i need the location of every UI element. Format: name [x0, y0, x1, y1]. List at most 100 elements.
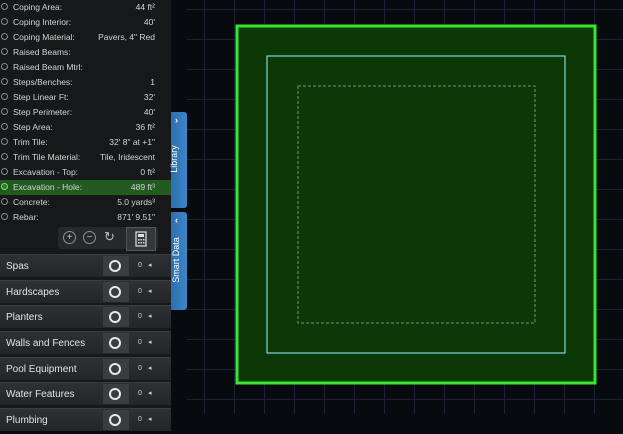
circle-icon — [109, 337, 121, 350]
property-label: Step Linear Ft: — [13, 92, 69, 102]
property-row[interactable]: Coping Interior: 40' — [0, 15, 171, 30]
visibility-toggle[interactable] — [103, 256, 129, 276]
property-value: Pavers, 4" Red — [98, 32, 155, 42]
property-row[interactable]: Excavation - Top: 0 ft² — [0, 165, 171, 180]
zoom-out-icon[interactable]: − — [83, 231, 96, 244]
property-row[interactable]: Raised Beams: — [0, 45, 171, 60]
caret-left-icon[interactable]: ◂ — [148, 287, 152, 295]
category-count: 0 — [138, 364, 142, 372]
category-row[interactable]: Pool Equipment 0 ◂ — [0, 356, 171, 380]
circle-icon — [109, 285, 121, 298]
circle-icon — [109, 388, 121, 401]
visibility-toggle[interactable] — [103, 333, 129, 354]
visibility-toggle[interactable] — [103, 410, 129, 431]
category-count: 0 — [138, 416, 142, 424]
library-tab-label: Library — [168, 145, 179, 173]
eye-icon[interactable] — [1, 3, 8, 10]
eye-icon[interactable] — [1, 198, 8, 205]
category-row[interactable]: Water Features 0 ◂ — [0, 382, 171, 406]
library-tab[interactable]: › Library — [168, 112, 187, 208]
circle-icon — [109, 414, 121, 427]
eye-icon[interactable] — [1, 138, 8, 145]
eye-icon[interactable] — [1, 33, 8, 40]
property-row[interactable]: Trim Tile Material: Tile, Iridescent — [0, 150, 171, 165]
category-row[interactable]: Plumbing 0 ◂ — [0, 408, 171, 432]
circle-icon — [109, 260, 121, 272]
property-row[interactable]: Steps/Benches: 1 — [0, 75, 171, 90]
visibility-toggle[interactable] — [103, 358, 129, 379]
property-value: 40' — [143, 107, 155, 117]
property-value: 36 ft² — [135, 122, 155, 132]
design-canvas[interactable] — [187, 0, 623, 414]
category-count: 0 — [138, 262, 142, 269]
property-label: Raised Beam Mtrl: — [13, 62, 83, 72]
property-label: Rebar: — [13, 212, 39, 222]
category-label: Planters — [6, 312, 43, 324]
chevron-left-icon: ‹ — [175, 215, 178, 225]
eye-icon[interactable] — [1, 153, 8, 160]
property-label: Coping Area: — [13, 2, 63, 12]
property-value: 32' — [143, 92, 155, 102]
eye-icon[interactable] — [1, 213, 8, 220]
pool-drawing — [235, 24, 597, 385]
property-row[interactable]: Step Perimeter: 40' — [0, 105, 171, 120]
property-row[interactable]: Coping Area: 44 ft² — [0, 0, 171, 15]
property-value: 44 ft² — [135, 2, 155, 12]
category-row[interactable]: Planters 0 ◂ — [0, 305, 171, 329]
caret-left-icon[interactable]: ◂ — [148, 415, 152, 423]
category-label: Hardscapes — [6, 286, 60, 298]
property-value: 871' 9.51" — [117, 212, 155, 222]
property-row[interactable]: Excavation - Hole: 489 ft³ — [0, 180, 171, 195]
category-row[interactable]: Walls and Fences 0 ◂ — [0, 331, 171, 355]
smart-data-tab-label: Smart Data — [170, 237, 181, 283]
category-count: 0 — [138, 339, 142, 347]
property-row[interactable]: Raised Beam Mtrl: — [0, 60, 171, 75]
left-panel: Coping Area: 44 ft² Coping Interior: 40' Cop… — [0, 0, 171, 432]
property-row[interactable]: Coping Material: Pavers, 4" Red — [0, 30, 171, 45]
eye-icon[interactable] — [1, 108, 8, 115]
category-count: 0 — [138, 287, 142, 295]
pool-outer-outline[interactable] — [235, 24, 597, 385]
eye-icon[interactable] — [1, 93, 8, 100]
eye-icon[interactable] — [1, 48, 8, 55]
caret-left-icon[interactable]: ◂ — [148, 261, 152, 269]
category-list: Spas 0 ◂ Hardscapes 0 ◂ Planters 0 ◂ Walls and Fe… — [0, 254, 171, 434]
property-label: Coping Interior: — [13, 17, 72, 27]
calculator-button[interactable] — [126, 227, 156, 251]
caret-left-icon[interactable]: ◂ — [148, 312, 152, 320]
eye-icon[interactable] — [1, 123, 8, 130]
property-label: Concrete: — [13, 197, 50, 207]
visibility-toggle[interactable] — [103, 384, 129, 405]
property-row[interactable]: Trim Tile: 32' 8" at +1" — [0, 135, 171, 150]
category-label: Walls and Fences — [6, 338, 86, 350]
property-label: Step Area: — [13, 122, 53, 132]
property-label: Trim Tile: — [13, 137, 48, 147]
eye-icon[interactable] — [1, 78, 8, 85]
property-row[interactable]: Step Linear Ft: 32' — [0, 90, 171, 105]
property-row[interactable]: Rebar: 871' 9.51" — [0, 210, 171, 225]
caret-left-icon[interactable]: ◂ — [148, 338, 152, 346]
eye-icon[interactable] — [1, 183, 8, 190]
caret-left-icon[interactable]: ◂ — [148, 364, 152, 372]
zoom-in-icon[interactable]: + — [63, 231, 76, 244]
circle-icon — [109, 311, 121, 324]
property-row[interactable]: Step Area: 36 ft² — [0, 120, 171, 135]
visibility-toggle[interactable] — [103, 281, 129, 302]
category-count: 0 — [138, 313, 142, 321]
property-label: Excavation - Hole: — [13, 182, 82, 192]
property-value: Tile, Iridescent — [100, 152, 155, 162]
property-label: Step Perimeter: — [13, 107, 73, 117]
eye-icon[interactable] — [1, 168, 8, 175]
category-label: Spas — [6, 261, 29, 272]
refresh-icon[interactable]: ↻ — [103, 230, 116, 244]
eye-icon[interactable] — [1, 63, 8, 70]
property-value: 5.0 yards³ — [117, 197, 155, 207]
property-row[interactable]: Concrete: 5.0 yards³ — [0, 195, 171, 210]
category-row[interactable]: Spas 0 ◂ — [0, 254, 171, 277]
caret-left-icon[interactable]: ◂ — [148, 389, 152, 397]
eye-icon[interactable] — [1, 18, 8, 25]
category-row[interactable]: Hardscapes 0 ◂ — [0, 279, 171, 303]
smart-data-tab[interactable]: ‹ Smart Data — [171, 212, 187, 310]
property-value: 32' 8" at +1" — [109, 137, 155, 147]
visibility-toggle[interactable] — [103, 307, 129, 328]
